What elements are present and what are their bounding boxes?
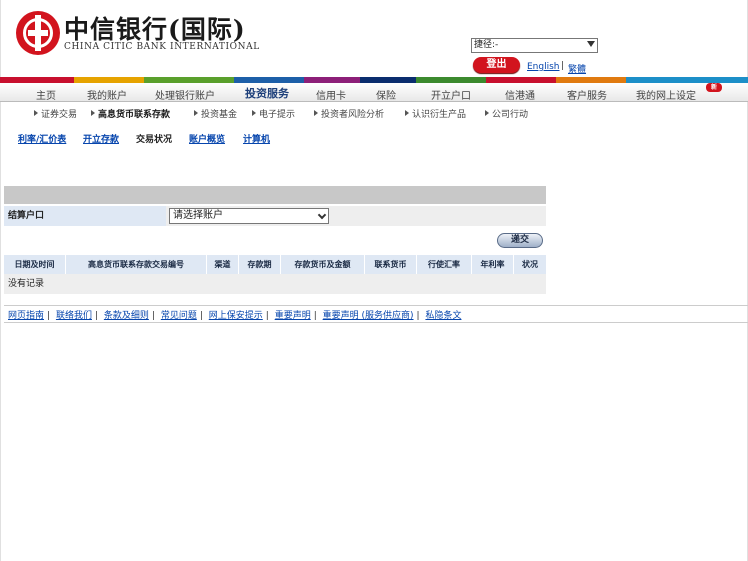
tab-open-deposit[interactable]: 开立存款 xyxy=(83,132,119,145)
footer-links: 网页指南 | 联络我们 | 条款及细则 | 常见问题 | 网上保安提示 | 重要声明 | 重… xyxy=(8,308,461,321)
tab-transaction-status[interactable]: 交易状况 xyxy=(136,132,172,145)
tab-account-overview[interactable]: 账户概览 xyxy=(189,132,225,145)
settlement-account-label: 结算户口 xyxy=(4,206,166,226)
citic-logo-icon xyxy=(16,11,60,55)
footer-separator: | xyxy=(265,311,269,321)
chevron-down-icon xyxy=(317,210,327,220)
sub-item-label: 投资者风险分析 xyxy=(321,110,385,120)
menu-item-open-account[interactable]: 开立户口 xyxy=(431,87,471,102)
footer-link-terms[interactable]: 条款及细则 xyxy=(104,311,149,321)
footer-link-faq[interactable]: 常见问题 xyxy=(161,311,197,321)
sub-item-corporate-action[interactable]: 公司行动 xyxy=(485,107,528,120)
table-empty-row: 没有记录 xyxy=(4,274,546,294)
footer-link-disclaimer-provider[interactable]: 重要声明 (服务供应商) xyxy=(323,311,414,321)
brand-name-cn: 中信银行(国际) xyxy=(64,15,246,44)
sub-item-label: 证券交易 xyxy=(41,110,78,120)
brand-name-en: CHINA CITIC BANK INTERNATIONAL xyxy=(64,42,260,52)
tab-calculator[interactable]: 计算机 xyxy=(243,132,270,145)
footer-separator: | xyxy=(47,311,51,321)
sub-item-e-alerts[interactable]: 电子提示 xyxy=(252,107,295,120)
settlement-account-select-value: 请选择账户 xyxy=(173,210,223,221)
menu-item-my-settings[interactable]: 我的网上设定 xyxy=(636,87,696,102)
menu-item-bank-accounts[interactable]: 处理银行账户 xyxy=(155,87,215,102)
menu-item-home[interactable]: 主页 xyxy=(36,87,56,102)
sub-item-derivatives[interactable]: 认识衍生产品 xyxy=(405,107,466,120)
menu-item-my-accounts[interactable]: 我的账户 xyxy=(87,87,127,102)
lang-traditional-link[interactable]: 繁體 xyxy=(568,62,586,75)
submit-button[interactable]: 递交 xyxy=(497,233,543,248)
tab-rates[interactable]: 利率/汇价表 xyxy=(18,132,66,145)
column-header-tenor: 存款期 xyxy=(239,255,281,274)
sub-item-label: 投资基金 xyxy=(201,110,238,120)
column-header-interest-rate: 年利率 xyxy=(472,255,514,274)
sub-item-label: 认识衍生产品 xyxy=(412,110,467,120)
footer-separator: | xyxy=(313,311,317,321)
sub-item-currency-linked-deposit[interactable]: 高息货币联系存款 xyxy=(91,107,170,120)
section-header-bar xyxy=(4,186,546,204)
triangle-right-icon xyxy=(34,110,38,116)
column-header-status: 状况 xyxy=(522,260,538,269)
footer-link-guide[interactable]: 网页指南 xyxy=(8,311,44,321)
column-header-channel: 渠道 xyxy=(207,255,239,274)
triangle-right-icon xyxy=(485,110,489,116)
footer-divider xyxy=(4,305,748,306)
lang-separator: | xyxy=(561,61,565,71)
lang-english-link[interactable]: English xyxy=(527,62,560,72)
menu-item-insurance[interactable]: 保险 xyxy=(376,87,396,102)
footer-separator: | xyxy=(94,311,98,321)
column-header-currency-amount: 存款货币及金额 xyxy=(281,255,365,274)
triangle-right-icon xyxy=(252,110,256,116)
column-header-strike-rate: 行使汇率 xyxy=(417,255,472,274)
column-header-ref-no: 高息货币联系存款交易编号 xyxy=(66,255,207,274)
shortcut-select-value: 捷径:- xyxy=(474,40,499,50)
footer-link-security-tips[interactable]: 网上保安提示 xyxy=(209,311,263,321)
sub-item-funds[interactable]: 投资基金 xyxy=(194,107,237,120)
footer-separator: | xyxy=(199,311,203,321)
sub-item-label: 公司行动 xyxy=(492,110,529,120)
table-header: 日期及时间 高息货币联系存款交易编号 渠道 存款期 存款货币及金额 联系货币 行… xyxy=(4,255,546,274)
menu-item-credit-card[interactable]: 信用卡 xyxy=(316,87,346,102)
triangle-right-icon xyxy=(91,110,95,116)
logout-button[interactable]: 登出 xyxy=(473,57,520,73)
sub-item-label: 电子提示 xyxy=(259,110,296,120)
settlement-account-select[interactable]: 请选择账户 xyxy=(169,208,329,224)
footer-link-disclaimer[interactable]: 重要声明 xyxy=(275,311,311,321)
column-header-datetime: 日期及时间 xyxy=(4,255,66,274)
footer-separator: | xyxy=(151,311,155,321)
menu-item-citic-link[interactable]: 信港通 xyxy=(505,87,535,102)
new-badge: 新 xyxy=(706,83,722,92)
sub-item-risk-profile[interactable]: 投资者风险分析 xyxy=(314,107,384,120)
main-menu: 主页 我的账户 处理银行账户 投资服务 信用卡 保险 开立户口 信港通 客户服务… xyxy=(0,83,748,102)
menu-item-customer-service[interactable]: 客户服务 xyxy=(567,87,607,102)
footer-link-privacy[interactable]: 私隐条文 xyxy=(425,311,461,321)
shortcut-select[interactable]: 捷径:- xyxy=(471,38,598,53)
footer-divider-bottom xyxy=(4,322,748,323)
sub-item-securities[interactable]: 证券交易 xyxy=(34,107,77,120)
triangle-right-icon xyxy=(405,110,409,116)
triangle-right-icon xyxy=(314,110,318,116)
chevron-down-icon xyxy=(587,41,595,47)
menu-item-investment[interactable]: 投资服务 xyxy=(245,85,289,101)
sub-item-label: 高息货币联系存款 xyxy=(98,110,171,120)
column-header-linked-currency: 联系货币 xyxy=(365,255,417,274)
footer-separator: | xyxy=(416,311,420,321)
footer-link-contact[interactable]: 联络我们 xyxy=(56,311,92,321)
triangle-right-icon xyxy=(194,110,198,116)
